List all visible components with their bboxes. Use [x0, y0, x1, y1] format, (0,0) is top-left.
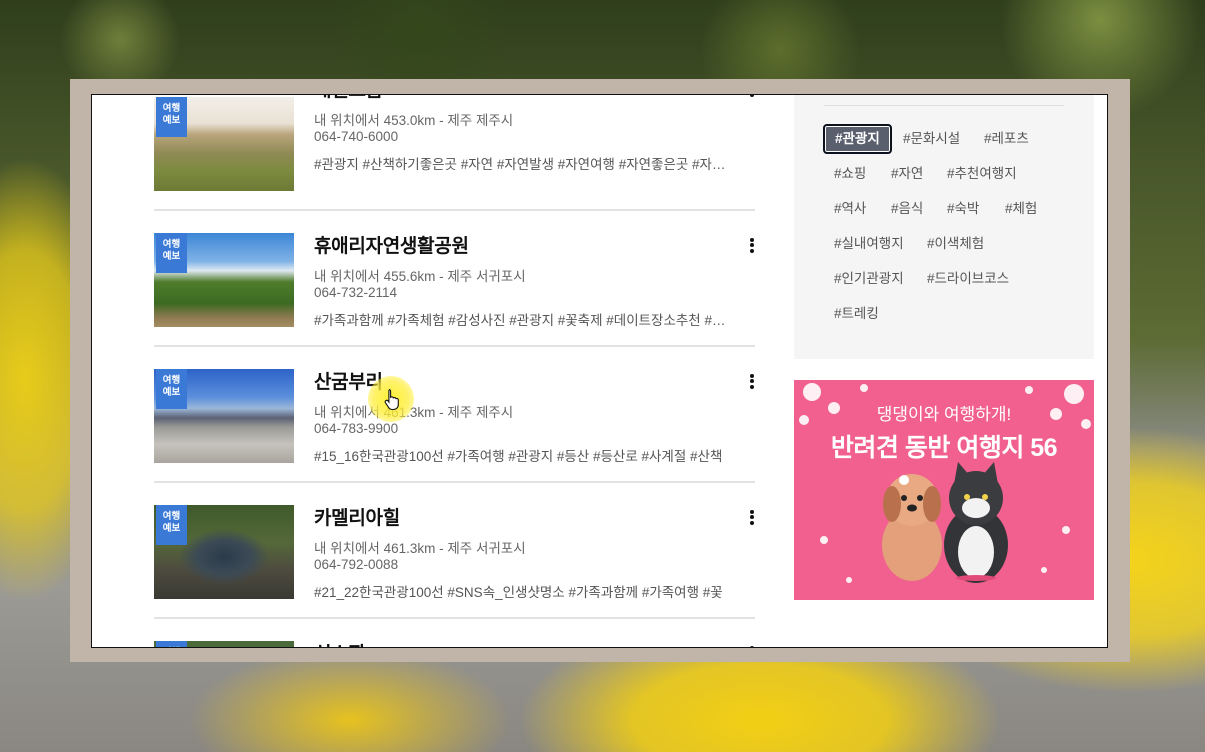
more-options-icon[interactable]: [746, 236, 758, 256]
place-tags: #가족과함께 #가족체험 #감성사진 #관광지 #꽃축제 #데이트장소추천 #동…: [314, 313, 734, 328]
tag-button-selected[interactable]: #관광지: [823, 124, 892, 154]
place-thumbnail[interactable]: 여행예보: [154, 505, 294, 599]
place-name[interactable]: 신소깍: [314, 639, 366, 647]
tag-button[interactable]: #체험: [995, 194, 1047, 224]
place-tags: #관광지 #산책하기좋은곳 #자연 #자연발생 #자연여행 #자연좋은곳 #자연…: [314, 157, 734, 172]
tag-button[interactable]: #문화시설: [893, 124, 970, 154]
place-name[interactable]: 카멜리아힐: [314, 503, 400, 530]
list-item[interactable]: 여행예보 신소깍: [154, 619, 758, 647]
list-item[interactable]: 여행 예보 휴애리자연생활공원 내 위치에서 455.6km - 제주 서귀포시 …: [154, 211, 755, 347]
place-thumbnail[interactable]: 여행예보: [154, 233, 294, 327]
place-phone: 064-740-6000: [314, 129, 399, 144]
app-window: 여행예보 새별오름 내 위치에서 453.0km - 제주 제주시 064-74…: [91, 94, 1108, 648]
divider: [824, 105, 1064, 106]
banner-subtitle: 댕댕이와 여행하개!: [876, 405, 1012, 424]
travel-forecast-badge: 여행예보: [156, 369, 187, 409]
list-item[interactable]: 여행 예보 카멜리아힐 내 위치에서 461.3km - 제주 서귀포시 064-…: [154, 483, 755, 619]
place-phone: 064-732-2114: [314, 285, 398, 300]
tag-button[interactable]: #인기관광지: [824, 264, 914, 294]
tag-button[interactable]: #이색체험: [917, 229, 994, 259]
place-thumbnail[interactable]: 여행예보: [154, 97, 294, 191]
place-distance: 내 위치에서 461.3km - 제주 서귀포시: [314, 541, 526, 556]
place-phone: 064-783-9900: [314, 421, 399, 436]
tag-button[interactable]: #레포츠: [974, 124, 1039, 154]
banner-headline: 반려견 동반 여행지 56: [830, 434, 1058, 462]
tag-filter-panel: #관광지 #문화시설 #레포츠 #쇼핑 #자연 #추천여행지 #역사 #음식 #…: [794, 95, 1094, 359]
place-tags: #21_22한국관광100선 #SNS속_인생샷명소 #가족과함께 #가족여행 …: [314, 585, 723, 600]
more-options-icon[interactable]: [746, 508, 758, 528]
tag-button[interactable]: #음식: [881, 194, 933, 224]
more-options-icon[interactable]: [746, 644, 758, 647]
travel-forecast-badge: 여행예보: [156, 97, 187, 137]
tag-button[interactable]: #추천여행지: [937, 159, 1027, 189]
travel-forecast-badge: 여행예보: [156, 505, 187, 545]
tag-button[interactable]: #자연: [881, 159, 933, 189]
place-phone: 064-792-0088: [314, 557, 399, 572]
tag-button[interactable]: #숙박: [937, 194, 989, 224]
more-options-icon[interactable]: [746, 372, 758, 392]
place-name[interactable]: 새별오름: [314, 95, 383, 102]
tag-button[interactable]: #쇼핑: [824, 159, 876, 189]
more-options-icon[interactable]: [746, 95, 758, 100]
place-distance: 내 위치에서 461.3km - 제주 제주시: [314, 405, 514, 420]
place-distance: 내 위치에서 455.6km - 제주 서귀포시: [314, 269, 526, 284]
place-thumbnail[interactable]: 여행예보: [154, 641, 294, 647]
place-name[interactable]: 휴애리자연생활공원: [314, 231, 469, 258]
tag-button[interactable]: #트레킹: [824, 299, 889, 329]
place-thumbnail[interactable]: 여행예보: [154, 369, 294, 463]
pet-travel-banner[interactable]: 댕댕이와 여행하개! 반려견 동반 여행지 56: [794, 380, 1094, 600]
tag-button[interactable]: #드라이브코스: [917, 264, 1019, 294]
place-name[interactable]: 산굼부리: [314, 367, 383, 394]
travel-forecast-badge: 여행예보: [156, 641, 187, 647]
tag-button[interactable]: #실내여행지: [824, 229, 914, 259]
tag-button[interactable]: #역사: [824, 194, 876, 224]
list-item[interactable]: 여행 예보 산굼부리 내 위치에서 461.3km - 제주 제주시 064-78…: [154, 347, 755, 483]
place-tags: #15_16한국관광100선 #가족여행 #관광지 #등산 #등산로 #사계절 …: [314, 449, 723, 464]
travel-forecast-badge: 여행예보: [156, 233, 187, 273]
place-distance: 내 위치에서 453.0km - 제주 제주시: [314, 113, 514, 128]
list-item[interactable]: 여행예보 새별오름 내 위치에서 453.0km - 제주 제주시 064-74…: [154, 95, 758, 211]
